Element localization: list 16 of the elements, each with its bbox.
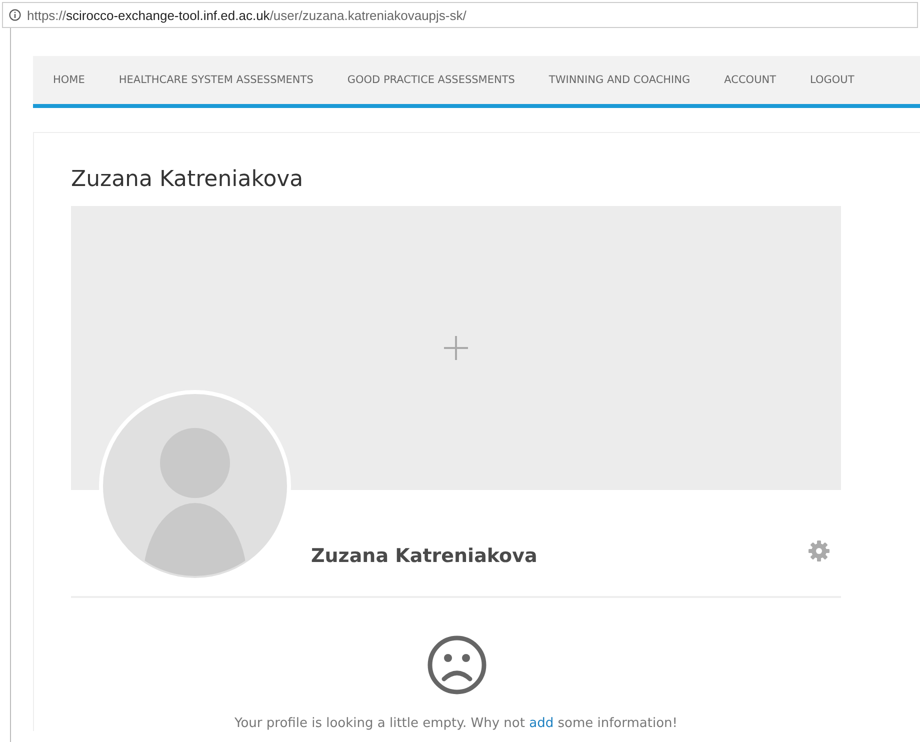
address-bar[interactable]: https://scirocco-exchange-tool.inf.ed.ac.uk/user/zuzana.katreniakovaupjs-sk/ bbox=[2, 2, 918, 28]
add-link[interactable]: add bbox=[529, 716, 554, 731]
profile-name: Zuzana Katreniakova bbox=[311, 545, 538, 567]
empty-profile-message: Your profile is looking a little empty. Why not add some information! bbox=[234, 716, 678, 731]
page-title: Zuzana Katreniakova bbox=[71, 167, 304, 192]
settings-icon[interactable] bbox=[807, 539, 831, 563]
nav-link[interactable]: GOOD PRACTICE ASSESSMENTS bbox=[347, 74, 515, 86]
sad-face-icon bbox=[426, 634, 488, 696]
nav-link[interactable]: ACCOUNT bbox=[724, 74, 776, 86]
nav-link[interactable]: HEALTHCARE SYSTEM ASSESSMENTS bbox=[118, 74, 314, 86]
nav-link[interactable]: LOGOUT bbox=[810, 74, 854, 86]
nav-link[interactable]: HOME bbox=[53, 74, 85, 86]
plus-icon[interactable] bbox=[444, 336, 468, 360]
url-text: https://scirocco-exchange-tool.inf.ed.ac.uk/user/zuzana.katreniakovaupjs-sk/ bbox=[27, 8, 466, 22]
nav-link[interactable]: TWINNING AND COACHING bbox=[548, 74, 690, 86]
info-icon bbox=[9, 9, 21, 21]
